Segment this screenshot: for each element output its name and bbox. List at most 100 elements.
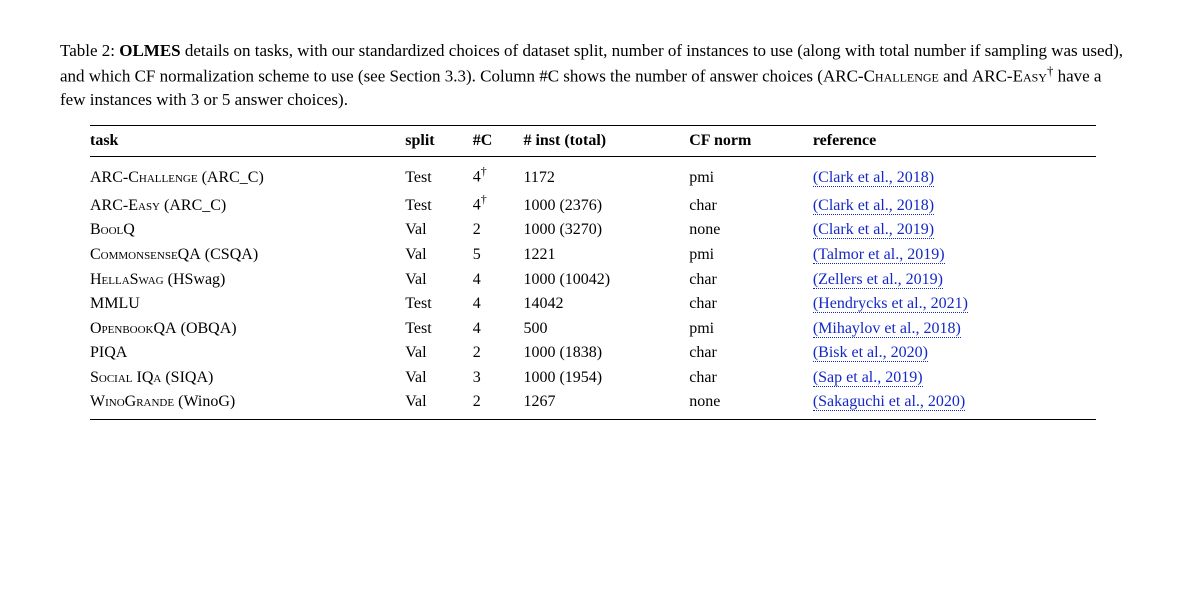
tasks-table: task split #C # inst (total) CF norm ref… — [90, 125, 1096, 420]
caption-bold-name: OLMES — [119, 41, 180, 60]
header-nc: #C — [473, 126, 524, 157]
caption-task2: ARC-Easy — [972, 67, 1047, 86]
cell-cfnorm: pmi — [689, 242, 813, 267]
reference-link[interactable]: (Bisk et al., 2020) — [813, 344, 928, 362]
cell-num-choices: 4 — [473, 267, 524, 292]
caption-task1: ARC-Challenge — [823, 67, 939, 86]
num-choices-value: 2 — [473, 221, 481, 238]
cell-num-instances: 1221 — [523, 242, 689, 267]
header-task: task — [90, 126, 405, 157]
header-reference: reference — [813, 126, 1096, 157]
num-choices-value: 4 — [473, 295, 481, 312]
cell-task: CommonsenseQA (CSQA) — [90, 242, 405, 267]
cell-task: MMLU — [90, 292, 405, 317]
reference-link[interactable]: (Zellers et al., 2019) — [813, 271, 943, 289]
cell-split: Test — [405, 292, 472, 317]
cell-num-choices: 4† — [473, 190, 524, 218]
cell-cfnorm: char — [689, 267, 813, 292]
cell-num-choices: 2 — [473, 218, 524, 243]
cell-split: Val — [405, 365, 472, 390]
num-choices-value: 4 — [473, 169, 481, 186]
reference-link[interactable]: (Clark et al., 2018) — [813, 197, 934, 215]
table-row: WinoGrande (WinoG)Val2 1267none(Sakaguchi… — [90, 390, 1096, 420]
cell-reference: (Mihaylov et al., 2018) — [813, 316, 1096, 341]
cell-task: HellaSwag (HSwag) — [90, 267, 405, 292]
cell-reference: (Clark et al., 2018) — [813, 190, 1096, 218]
cell-task: Social IQa (SIQA) — [90, 365, 405, 390]
table-row: MMLU Test4 14042char(Hendrycks et al., 202… — [90, 292, 1096, 317]
task-alias: ARC_C — [169, 197, 221, 214]
cell-num-instances: 1000 (1838) — [523, 341, 689, 366]
cell-num-instances: 1000 (2376) — [523, 190, 689, 218]
caption-prefix: Table 2: — [60, 41, 119, 60]
task-name: OpenbookQA — [90, 320, 177, 337]
task-name: BoolQ — [90, 221, 135, 238]
cell-reference: (Zellers et al., 2019) — [813, 267, 1096, 292]
cell-reference: (Talmor et al., 2019) — [813, 242, 1096, 267]
num-choices-value: 3 — [473, 369, 481, 386]
task-name: WinoGrande — [90, 393, 174, 410]
header-split: split — [405, 126, 472, 157]
cell-split: Val — [405, 267, 472, 292]
num-choices-value: 4 — [473, 197, 481, 214]
cell-cfnorm: char — [689, 341, 813, 366]
cell-num-instances: 1000 (10042) — [523, 267, 689, 292]
cell-cfnorm: none — [689, 218, 813, 243]
cell-reference: (Clark et al., 2018) — [813, 157, 1096, 190]
table-row: ARC-Easy (ARC_C)Test4†1000 (2376)char(Cl… — [90, 190, 1096, 218]
task-name: HellaSwag — [90, 271, 164, 288]
num-choices-value: 2 — [473, 393, 481, 410]
cell-reference: (Sap et al., 2019) — [813, 365, 1096, 390]
reference-link[interactable]: (Sakaguchi et al., 2020) — [813, 393, 965, 411]
cell-reference: (Clark et al., 2019) — [813, 218, 1096, 243]
cell-num-choices: 2 — [473, 341, 524, 366]
header-ninst: # inst (total) — [523, 126, 689, 157]
task-alias: WinoG — [183, 393, 229, 410]
cell-cfnorm: char — [689, 365, 813, 390]
cell-split: Val — [405, 390, 472, 420]
cell-cfnorm: pmi — [689, 316, 813, 341]
task-alias: ARC_C — [207, 169, 259, 186]
cell-num-choices: 4 — [473, 316, 524, 341]
table-row: OpenbookQA (OBQA)Test4500pmi(Mihaylov et… — [90, 316, 1096, 341]
cell-num-instances: 500 — [523, 316, 689, 341]
cell-task: ARC-Easy (ARC_C) — [90, 190, 405, 218]
cell-split: Test — [405, 157, 472, 190]
num-choices-value: 4 — [473, 320, 481, 337]
task-alias: HSwag — [173, 271, 220, 288]
task-name: CommonsenseQA — [90, 246, 201, 263]
table-caption: Table 2: OLMES details on tasks, with ou… — [60, 40, 1126, 111]
table-row: PIQAVal21000 (1838)char(Bisk et al., 202… — [90, 341, 1096, 366]
dagger-icon: † — [481, 164, 487, 178]
cell-task: PIQA — [90, 341, 405, 366]
cell-task: BoolQ — [90, 218, 405, 243]
table-row: BoolQVal21000 (3270)none(Clark et al., 2… — [90, 218, 1096, 243]
cell-task: WinoGrande (WinoG) — [90, 390, 405, 420]
num-choices-value: 5 — [473, 246, 481, 263]
table-header-row: task split #C # inst (total) CF norm ref… — [90, 126, 1096, 157]
cell-cfnorm: none — [689, 390, 813, 420]
task-alias: SIQA — [171, 369, 208, 386]
cell-split: Val — [405, 242, 472, 267]
task-name: MMLU — [90, 295, 140, 312]
reference-link[interactable]: (Sap et al., 2019) — [813, 369, 923, 387]
cell-num-choices: 2 — [473, 390, 524, 420]
cell-cfnorm: pmi — [689, 157, 813, 190]
cell-num-choices: 4† — [473, 157, 524, 190]
reference-link[interactable]: (Mihaylov et al., 2018) — [813, 320, 961, 338]
cell-num-instances: 1267 — [523, 390, 689, 420]
reference-link[interactable]: (Talmor et al., 2019) — [813, 246, 945, 264]
dagger-icon: † — [481, 192, 487, 206]
cell-num-instances: 14042 — [523, 292, 689, 317]
cell-split: Test — [405, 316, 472, 341]
table-row: CommonsenseQA (CSQA)Val5 1221pmi(Talmor e… — [90, 242, 1096, 267]
task-alias: CSQA — [210, 246, 253, 263]
cell-cfnorm: char — [689, 292, 813, 317]
cell-num-choices: 4 — [473, 292, 524, 317]
reference-link[interactable]: (Clark et al., 2018) — [813, 169, 934, 187]
reference-link[interactable]: (Clark et al., 2019) — [813, 221, 934, 239]
reference-link[interactable]: (Hendrycks et al., 2021) — [813, 295, 968, 313]
cell-num-choices: 5 — [473, 242, 524, 267]
task-name: PIQA — [90, 344, 127, 361]
cell-cfnorm: char — [689, 190, 813, 218]
